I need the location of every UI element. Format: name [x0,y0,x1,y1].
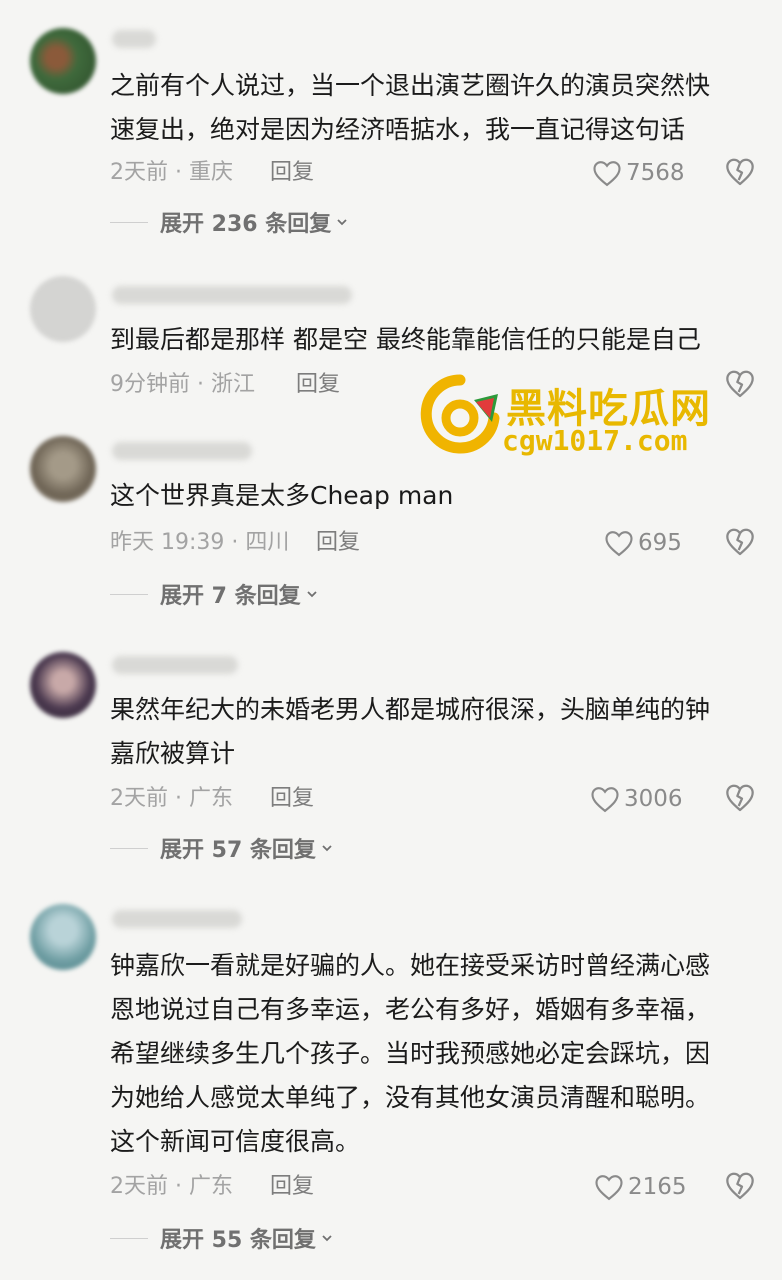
avatar[interactable] [30,436,96,502]
username-blurred[interactable] [112,286,352,304]
expand-replies-button[interactable]: 展开 236 条回复 [110,206,349,238]
comment-text: 果然年纪大的未婚老男人都是城府很深，头脑单纯的钟 嘉欣被算计 [110,695,711,768]
username-blurred[interactable] [112,30,156,48]
dislike-icon[interactable] [724,1170,756,1202]
like-button[interactable]: 695 [604,526,682,560]
expand-replies-label: 展开 7 条回复 [160,584,301,609]
watermark: 黑料吃瓜网 cgw1017.com [418,372,738,462]
comment-meta: 2天前 · 重庆 [110,160,233,185]
like-count: 7568 [626,160,685,186]
comment-text: 到最后都是那样 都是空 最终能靠能信任的只能是自己 [110,325,701,354]
comment-text: 钟嘉欣一看就是好骗的人。她在接受采访时曾经满心感 恩地说过自己有多幸运，老公有多… [110,951,711,1156]
username-blurred[interactable] [112,442,252,460]
watermark-url: cgw1017.com [502,424,688,457]
chevron-down-icon [307,591,317,598]
expand-replies-button[interactable]: 展开 57 条回复 [110,832,334,864]
comment-text: 之前有个人说过，当一个退出演艺圈许久的演员突然快 速复出，绝对是因为经济唔掂水，… [110,71,711,144]
comment-meta: 9分钟前 · 浙江 [110,372,255,397]
like-button[interactable]: 3006 [590,782,683,816]
expand-replies-label: 展开 236 条回复 [160,212,332,237]
divider [110,847,148,849]
avatar[interactable] [30,276,96,342]
chevron-down-icon [337,219,347,226]
watermark-logo-icon [420,374,500,454]
comment-text: 这个世界真是太多Cheap man [110,481,454,510]
heart-icon [591,787,619,813]
heart-icon [595,1175,623,1201]
comment-meta: 昨天 19:39 · 四川 [110,530,290,555]
reply-button[interactable]: 回复 [270,784,314,814]
dislike-icon[interactable] [724,526,756,558]
reply-button[interactable]: 回复 [316,528,360,558]
reply-button[interactable]: 回复 [270,1172,314,1202]
avatar[interactable] [30,652,96,718]
avatar[interactable] [30,28,96,94]
divider [110,221,148,223]
divider [110,1237,148,1239]
like-count: 3006 [624,786,683,812]
reply-button[interactable]: 回复 [296,370,340,400]
heart-icon [593,161,621,187]
comment-meta: 2天前 · 广东 [110,1174,233,1199]
username-blurred[interactable] [112,656,238,674]
like-button[interactable]: 2165 [594,1170,687,1204]
expand-replies-button[interactable]: 展开 7 条回复 [110,578,319,610]
avatar[interactable] [30,904,96,970]
expand-replies-label: 展开 57 条回复 [160,838,316,863]
dislike-icon[interactable] [724,156,756,188]
chevron-down-icon [322,845,332,852]
like-button[interactable]: 7568 [592,156,685,190]
username-blurred[interactable] [112,910,242,928]
comment-meta: 2天前 · 广东 [110,786,233,811]
heart-icon [605,531,633,557]
like-count: 695 [638,530,682,556]
reply-button[interactable]: 回复 [270,158,314,188]
chevron-down-icon [322,1235,332,1242]
expand-replies-button[interactable]: 展开 55 条回复 [110,1222,334,1254]
divider [110,593,148,595]
dislike-icon[interactable] [724,782,756,814]
like-count: 2165 [628,1174,687,1200]
expand-replies-label: 展开 55 条回复 [160,1228,316,1253]
